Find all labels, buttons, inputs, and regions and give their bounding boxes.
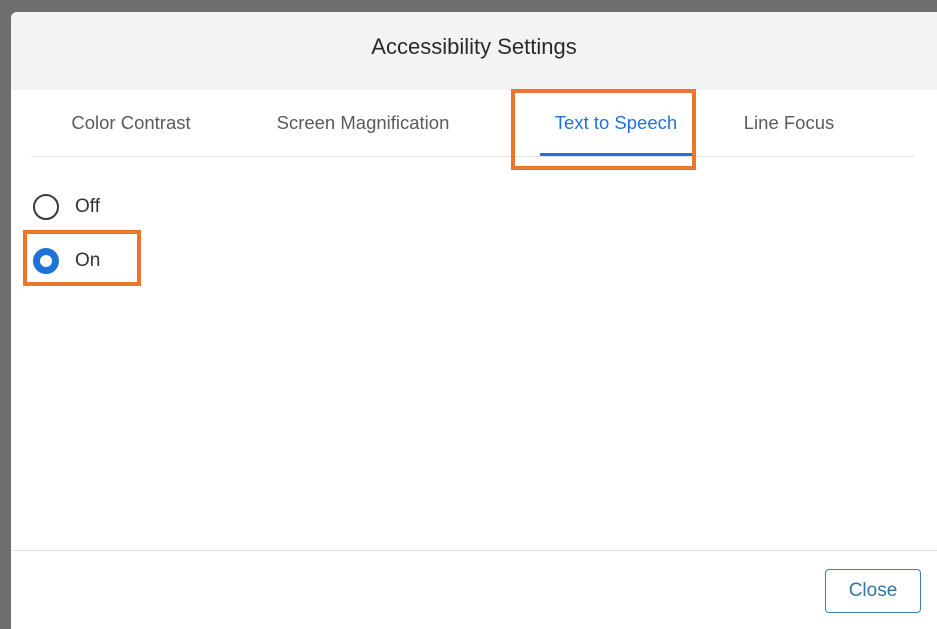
- tab-line-focus[interactable]: Line Focus: [724, 90, 854, 156]
- dialog-title: Accessibility Settings: [371, 34, 577, 59]
- close-button[interactable]: Close: [825, 569, 921, 613]
- dialog-header: Accessibility Settings: [11, 12, 937, 90]
- radio-option-off[interactable]: Off: [33, 190, 100, 224]
- radio-label-off: Off: [75, 196, 100, 217]
- tab-label: Text to Speech: [554, 112, 678, 133]
- accessibility-settings-dialog: Accessibility Settings Color Contrast Sc…: [11, 12, 937, 629]
- tab-text-to-speech[interactable]: Text to Speech: [523, 90, 709, 156]
- dialog-footer: Close: [11, 550, 937, 629]
- tab-label: Color Contrast: [71, 112, 191, 133]
- radio-on[interactable]: [33, 248, 59, 274]
- tab-color-contrast[interactable]: Color Contrast: [44, 90, 218, 156]
- radio-off[interactable]: [33, 194, 59, 220]
- radio-option-on[interactable]: On: [33, 244, 100, 278]
- tab-screen-magnification[interactable]: Screen Magnification: [253, 90, 473, 156]
- radio-label-on: On: [75, 250, 101, 271]
- tab-bar-edge: [849, 90, 917, 156]
- text-to-speech-options: Off On: [33, 190, 100, 298]
- tab-label: Screen Magnification: [276, 112, 450, 133]
- tab-bar: Color Contrast Screen Magnification Text…: [31, 90, 915, 157]
- tab-label: Line Focus: [743, 112, 835, 133]
- active-tab-indicator: [540, 153, 692, 156]
